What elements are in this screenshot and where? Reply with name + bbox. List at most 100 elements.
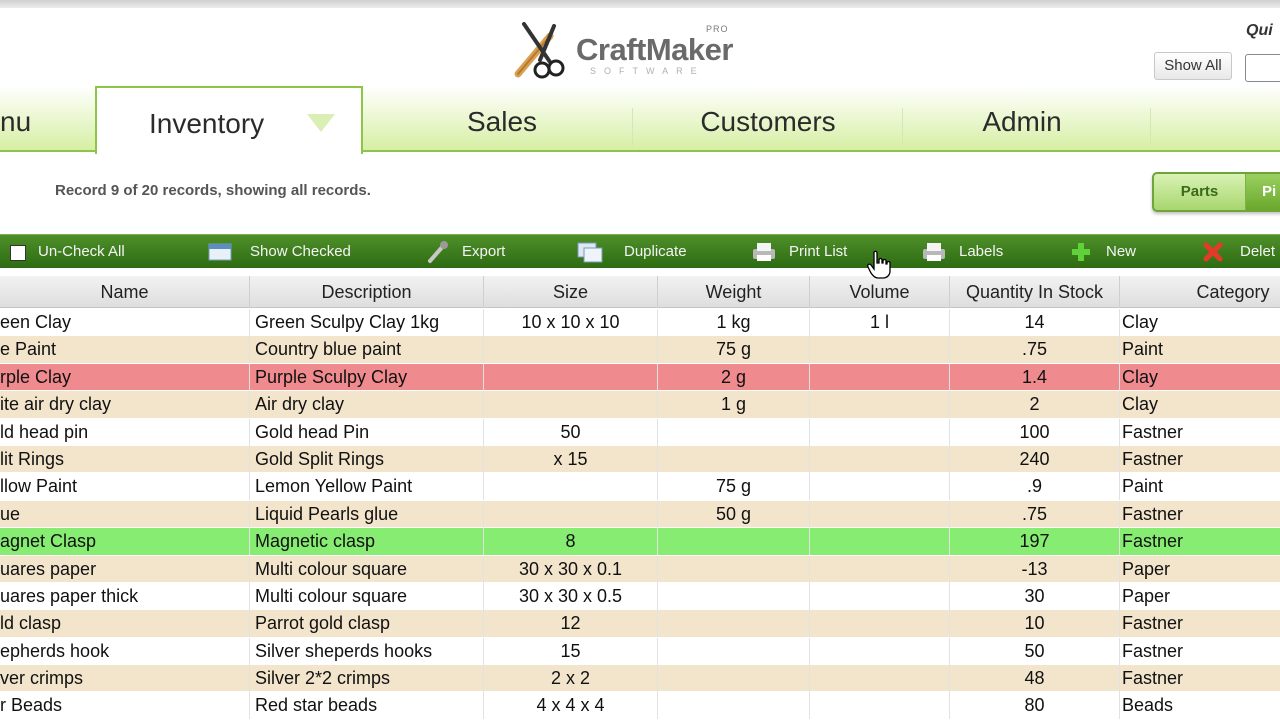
cell-quantity: 30 xyxy=(950,582,1120,610)
tab-admin-label: Admin xyxy=(982,106,1062,137)
cell-quantity: 197 xyxy=(950,528,1120,556)
cell-category: Paint xyxy=(1122,476,1164,497)
craftmaker-logo: CraftMaker PRO SOFTWARE xyxy=(510,18,760,82)
cell-category: Clay xyxy=(1122,366,1159,387)
table-row[interactable]: ver crimps Silver 2*2 crimps 2 x 2 48 Fastne… xyxy=(0,665,1280,693)
cell-size: 8 xyxy=(484,528,658,556)
cell-quantity: 50 xyxy=(950,637,1120,665)
column-header-description[interactable]: Description xyxy=(250,276,484,308)
plus-icon xyxy=(1072,243,1090,261)
table-row[interactable]: een Clay Green Sculpy Clay 1kg 10 x 10 x 1… xyxy=(0,309,1280,337)
table-row[interactable]: e Paint Country blue paint 75 g .75 Paint xyxy=(0,336,1280,364)
cell-size xyxy=(484,363,658,391)
cell-description: Green Sculpy Clay 1kg xyxy=(250,309,484,336)
cell-volume xyxy=(810,473,950,501)
cell-quantity: 1.4 xyxy=(950,363,1120,391)
cell-category: Clay xyxy=(1122,394,1159,415)
cell-category: Fastner xyxy=(1122,668,1184,689)
cell-description: Red star beads xyxy=(250,692,484,720)
cell-name: e Paint xyxy=(0,336,250,364)
cell-weight xyxy=(658,582,810,610)
tab-menu[interactable]: nu xyxy=(0,86,94,152)
cell-category: Clay xyxy=(1122,312,1159,332)
table-row[interactable]: ite air dry clay Air dry clay 1 g 2 Clay xyxy=(0,391,1280,419)
cell-quantity: 48 xyxy=(950,665,1120,693)
column-header-volume[interactable]: Volume xyxy=(810,276,950,308)
tab-customers-label: Customers xyxy=(700,106,836,137)
table-row[interactable]: r Beads Red star beads 4 x 4 x 4 80 Beads xyxy=(0,692,1280,720)
tab-menu-label: nu xyxy=(0,106,32,137)
printer-icon xyxy=(753,243,775,261)
print-list-button[interactable]: Print List xyxy=(789,235,847,269)
uncheck-all-button[interactable]: Un-Check All xyxy=(38,235,125,269)
table-row[interactable]: ue Liquid Pearls glue 50 g .75 Fastner xyxy=(0,500,1280,529)
labels-printer-icon xyxy=(923,243,945,261)
table-row[interactable]: agnet Clasp Magnetic clasp 8 197 Fastner xyxy=(0,528,1280,556)
delete-icon xyxy=(1203,242,1223,262)
cell-quantity: 240 xyxy=(950,445,1120,473)
show-checked-button[interactable]: Show Checked xyxy=(250,235,351,269)
main-tab-bar: nu Inventory Sales Customers Admin xyxy=(0,86,1280,154)
cell-volume xyxy=(810,528,950,556)
cell-quantity: 80 xyxy=(950,692,1120,720)
cell-weight xyxy=(658,637,810,665)
table-row[interactable]: ld head pin Gold head Pin 50 100 Fastner xyxy=(0,418,1280,446)
cell-description: Liquid Pearls glue xyxy=(250,500,484,528)
show-checked-icon xyxy=(208,243,232,261)
table-row[interactable]: rple Clay Purple Sculpy Clay 2 g 1.4 Clay xyxy=(0,363,1280,392)
cell-volume xyxy=(810,445,950,473)
delete-button[interactable]: Delet xyxy=(1240,235,1275,269)
cell-category: Paint xyxy=(1122,339,1164,360)
tab-customers[interactable]: Customers xyxy=(634,86,902,152)
parts-view-button[interactable]: Parts xyxy=(1154,174,1246,210)
export-button[interactable]: Export xyxy=(462,235,505,269)
table-row[interactable]: lit Rings Gold Split Rings x 15 240 Fastner xyxy=(0,445,1280,474)
cell-description: Lemon Yellow Paint xyxy=(250,473,484,501)
cell-name: agnet Clasp xyxy=(0,528,250,556)
column-header-size[interactable]: Size xyxy=(484,276,658,308)
cell-description: Magnetic clasp xyxy=(250,528,484,556)
table-row[interactable]: ld clasp Parrot gold clasp 12 10 Fastner xyxy=(0,610,1280,638)
cell-description: Parrot gold clasp xyxy=(250,610,484,638)
cell-quantity: 100 xyxy=(950,418,1120,446)
cell-description: Silver sheperds hooks xyxy=(250,637,484,665)
tab-admin[interactable]: Admin xyxy=(904,86,1140,152)
column-header-name[interactable]: Name xyxy=(0,276,250,308)
action-toolbar: Un-Check All Show Checked Export Duplica… xyxy=(0,234,1280,268)
table-row[interactable]: uares paper Multi colour square 30 x 30 x … xyxy=(0,555,1280,583)
quick-search-input[interactable] xyxy=(1245,54,1280,82)
cell-name: een Clay xyxy=(0,309,250,336)
cell-weight xyxy=(658,418,810,446)
app-header: CraftMaker PRO SOFTWARE Qui Show All xyxy=(0,8,1280,86)
table-row[interactable]: llow Paint Lemon Yellow Paint 75 g .9 Paint xyxy=(0,473,1280,501)
duplicate-icon xyxy=(577,242,603,263)
cell-volume xyxy=(810,582,950,610)
cell-weight xyxy=(658,528,810,556)
cell-name: llow Paint xyxy=(0,473,250,501)
cell-name: rple Clay xyxy=(0,363,250,391)
column-header-weight[interactable]: Weight xyxy=(658,276,810,308)
column-header-category[interactable]: Category xyxy=(1120,276,1280,308)
view-toggle: Parts Pi xyxy=(1152,172,1280,212)
labels-button[interactable]: Labels xyxy=(959,235,1003,269)
tab-inventory[interactable]: Inventory xyxy=(95,86,363,154)
logo-text: CraftMaker xyxy=(576,32,733,67)
cell-volume xyxy=(810,391,950,419)
cell-name: ite air dry clay xyxy=(0,391,250,419)
column-header-quantity[interactable]: Quantity In Stock xyxy=(950,276,1120,308)
other-view-button[interactable]: Pi xyxy=(1246,174,1280,210)
new-button[interactable]: New xyxy=(1106,235,1136,269)
show-all-button[interactable]: Show All xyxy=(1154,52,1232,80)
cell-description: Multi colour square xyxy=(250,582,484,610)
cell-description: Gold head Pin xyxy=(250,418,484,446)
table-row[interactable]: epherds hook Silver sheperds hooks 15 50 Fas… xyxy=(0,637,1280,666)
uncheck-all-checkbox-icon[interactable] xyxy=(10,245,26,261)
cell-volume xyxy=(810,665,950,693)
cell-weight: 2 g xyxy=(658,363,810,391)
cell-weight xyxy=(658,555,810,583)
cell-quantity: .9 xyxy=(950,473,1120,501)
cell-description: Purple Sculpy Clay xyxy=(250,363,484,391)
duplicate-button[interactable]: Duplicate xyxy=(624,235,687,269)
table-row[interactable]: uares paper thick Multi colour square 30 x… xyxy=(0,582,1280,611)
tab-sales[interactable]: Sales xyxy=(372,86,632,152)
